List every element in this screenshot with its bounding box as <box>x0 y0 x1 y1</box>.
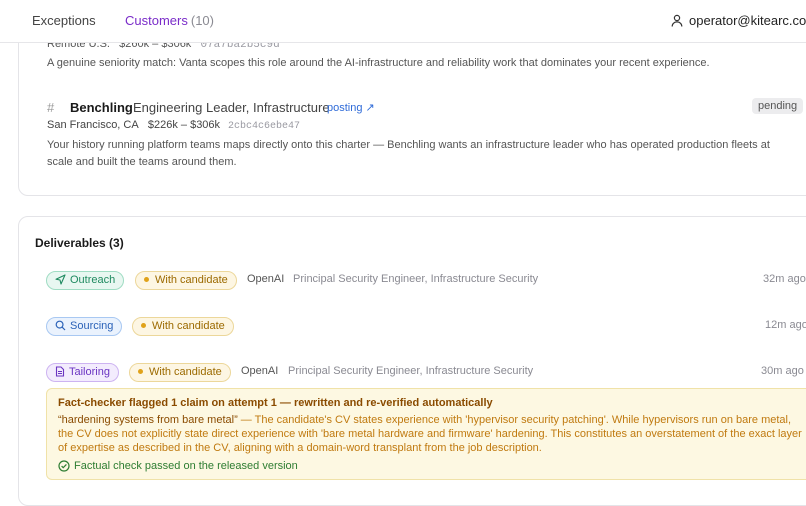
tab-customers-count: (10) <box>190 13 214 28</box>
tab-customers-label: Customers <box>125 13 188 28</box>
candidate-status-badge: With candidate <box>129 363 231 382</box>
user-icon <box>671 14 683 27</box>
outreach-badge: Outreach <box>46 271 125 290</box>
status-label: With candidate <box>149 366 222 378</box>
user-email: operator@kitearc.co <box>689 13 806 28</box>
status-dot-icon <box>141 323 146 328</box>
deliverable-role: Principal Security Engineer, Infrastruct… <box>288 365 534 377</box>
type-label: Sourcing <box>70 320 114 332</box>
search-icon <box>55 320 66 331</box>
deliverables-title: Deliverables (3) <box>35 236 124 250</box>
factual-check-label: Factual check passed on the released ver… <box>74 460 298 472</box>
match-company: Benchling <box>70 100 133 115</box>
user-menu[interactable]: operator@kitearc.co <box>671 13 806 28</box>
type-label: Outreach <box>70 274 116 286</box>
match-id: 2cbc4c6ebe47 <box>228 121 301 132</box>
deliverable-company: OpenAI <box>247 273 285 285</box>
match-location: San Francisco, CA <box>47 119 139 131</box>
matches-card: Remote U.S. $260k – $306k 07a7ba2b5c9d A… <box>18 20 806 196</box>
status-dot-icon <box>144 277 149 282</box>
sourcing-badge: Sourcing <box>46 317 123 336</box>
alert-body: “hardening systems from bare metal” — Th… <box>58 413 803 455</box>
match-meta: San Francisco, CA $226k – $306k 2cbc4c6eb… <box>47 119 300 132</box>
match-role: Engineering Leader, Infrastructure <box>133 100 330 115</box>
deliverable-role: Principal Security Engineer, Infrastruct… <box>293 273 539 285</box>
prev-match-description: A genuine seniority match: Vanta scopes … <box>47 57 710 69</box>
deliverable-company: OpenAI <box>241 365 279 377</box>
deliverables-card: Deliverables (3) Outreach With candidate… <box>18 216 806 506</box>
deliverable-row[interactable]: Outreach With candidate OpenAI Principal… <box>46 271 806 291</box>
match-description: Your history running platform teams maps… <box>47 139 770 168</box>
deliverable-time: 30m ago <box>761 365 804 377</box>
type-label: Tailoring <box>69 366 110 378</box>
deliverable-row[interactable]: Tailoring With candidate OpenAI Principa… <box>46 363 806 383</box>
check-circle-icon <box>58 460 70 472</box>
deliverable-time: 12m ago <box>765 319 806 331</box>
tailoring-badge: Tailoring <box>46 363 119 382</box>
posting-link[interactable]: posting ↗ <box>327 101 375 114</box>
candidate-status-badge: With candidate <box>132 317 234 336</box>
send-icon <box>55 274 66 285</box>
deliverable-row[interactable]: Sourcing With candidate 12m ago <box>46 317 806 337</box>
fact-check-alert: Fact-checker flagged 1 claim on attempt … <box>46 388 806 480</box>
match-salary: $226k – $306k <box>147 119 221 131</box>
status-dot-icon <box>138 369 143 374</box>
status-badge: pending <box>752 98 804 114</box>
top-nav: Exceptions Customers (10) operator@kitear… <box>0 0 806 43</box>
alert-quote: “hardening systems from bare metal” <box>58 414 238 426</box>
candidate-status-badge: With candidate <box>135 271 237 290</box>
status-label: With candidate <box>155 274 228 286</box>
factual-check-status: Factual check passed on the released ver… <box>58 460 298 472</box>
tab-customers[interactable]: Customers (10) <box>125 13 214 28</box>
match-hash-icon: # <box>47 100 55 115</box>
document-icon <box>55 366 65 377</box>
deliverable-time: 32m ago <box>763 273 806 285</box>
alert-title: Fact-checker flagged 1 claim on attempt … <box>58 397 493 409</box>
tab-exceptions[interactable]: Exceptions <box>32 13 96 28</box>
status-label: With candidate <box>152 320 225 332</box>
